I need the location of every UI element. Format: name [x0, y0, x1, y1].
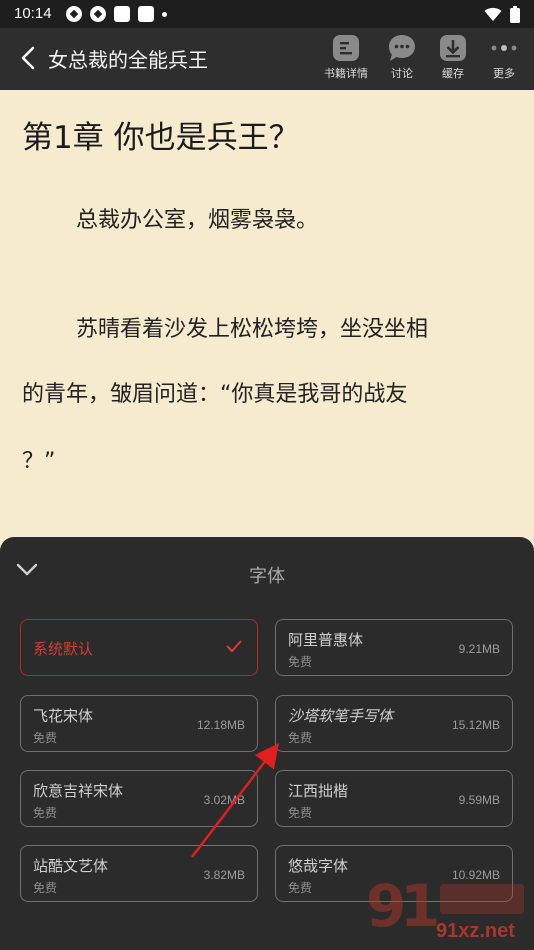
font-name: 沙塔软笔手写体 — [288, 707, 394, 725]
font-price: 免费 — [33, 731, 58, 745]
paragraph-line: 总裁办公室，烟雾袅袅。 — [76, 208, 319, 233]
reading-page[interactable]: 第1章 你也是兵王？ 总裁办公室，烟雾袅袅。 苏晴看着沙发上松松垮垮，坐没坐相 … — [0, 90, 534, 550]
font-name: 飞花宋体 — [33, 707, 94, 725]
font-name: 系统默认 — [33, 640, 94, 658]
font-size: 9.21MB — [458, 642, 500, 656]
paragraph-line: 苏晴看着沙发上松松垮垮，坐没坐相 — [76, 317, 429, 342]
font-option[interactable]: 欣意吉祥宋体 免费 3.02MB — [20, 770, 258, 827]
wifi-icon — [484, 7, 502, 21]
font-name: 欣意吉祥宋体 — [33, 782, 124, 800]
status-bar: 10:14 — [0, 0, 534, 28]
font-size: 3.02MB — [203, 793, 245, 807]
system-status-icons — [484, 6, 520, 23]
font-size: 3.82MB — [203, 868, 245, 882]
font-name: 阿里普惠体 — [288, 631, 364, 649]
more-label: 更多 — [493, 67, 515, 80]
font-option[interactable]: 江西拙楷 免费 9.59MB — [275, 770, 513, 827]
notification-app-icon — [66, 6, 82, 22]
font-size: 9.59MB — [458, 793, 500, 807]
font-size: 12.18MB — [196, 718, 245, 732]
font-name: 江西拙楷 — [288, 782, 349, 800]
font-name: 站酷文艺体 — [33, 857, 109, 875]
notification-icons — [66, 6, 167, 22]
font-name: 悠哉字体 — [288, 857, 349, 875]
check-icon — [226, 640, 242, 653]
font-option[interactable]: 飞花宋体 免费 12.18MB — [20, 695, 258, 752]
book-title: 女总裁的全能兵王 — [48, 48, 208, 72]
paragraph-line: 的青年，皱眉问道：“你真是我哥的战友 — [22, 382, 408, 407]
font-price: 免费 — [288, 731, 313, 745]
notification-square-icon — [114, 6, 130, 22]
site-watermark: 9 1 91xz.net — [360, 866, 530, 948]
chat-bubble-icon — [389, 35, 415, 61]
watermark-text: 91xz.net — [436, 920, 515, 942]
font-option[interactable]: 阿里普惠体 免费 9.21MB — [275, 619, 513, 676]
chapter-title: 第1章 你也是兵王？ — [22, 120, 300, 156]
notification-square-icon — [138, 6, 154, 22]
svg-text:1: 1 — [400, 872, 440, 940]
font-size: 15.12MB — [451, 718, 500, 732]
paragraph-line: ？” — [22, 449, 56, 474]
font-price: 免费 — [33, 881, 58, 895]
book-detail-button[interactable]: 书籍详情 — [316, 34, 376, 81]
font-price: 免费 — [288, 881, 313, 895]
font-price: 免费 — [33, 806, 58, 820]
more-button[interactable]: 更多 — [474, 34, 534, 81]
status-time: 10:14 — [14, 5, 52, 22]
font-option-system-default[interactable]: 系统默认 — [20, 619, 258, 676]
font-price: 免费 — [288, 655, 313, 669]
font-option[interactable]: 沙塔软笔手写体 免费 15.12MB — [275, 695, 513, 752]
notification-app-icon — [90, 6, 106, 22]
reader-app-bar: 女总裁的全能兵王 书籍详情 讨论 缓存 更多 — [0, 28, 534, 90]
back-arrow-icon[interactable] — [18, 44, 40, 72]
book-detail-label: 书籍详情 — [324, 67, 368, 80]
download-icon — [440, 35, 466, 61]
more-notifications-dot-icon — [162, 11, 167, 17]
more-dots-icon — [491, 45, 517, 51]
font-price: 免费 — [288, 806, 313, 820]
battery-icon — [510, 6, 520, 23]
sheet-title: 字体 — [249, 566, 285, 587]
font-option[interactable]: 站酷文艺体 免费 3.82MB — [20, 845, 258, 902]
book-detail-icon — [333, 35, 359, 61]
